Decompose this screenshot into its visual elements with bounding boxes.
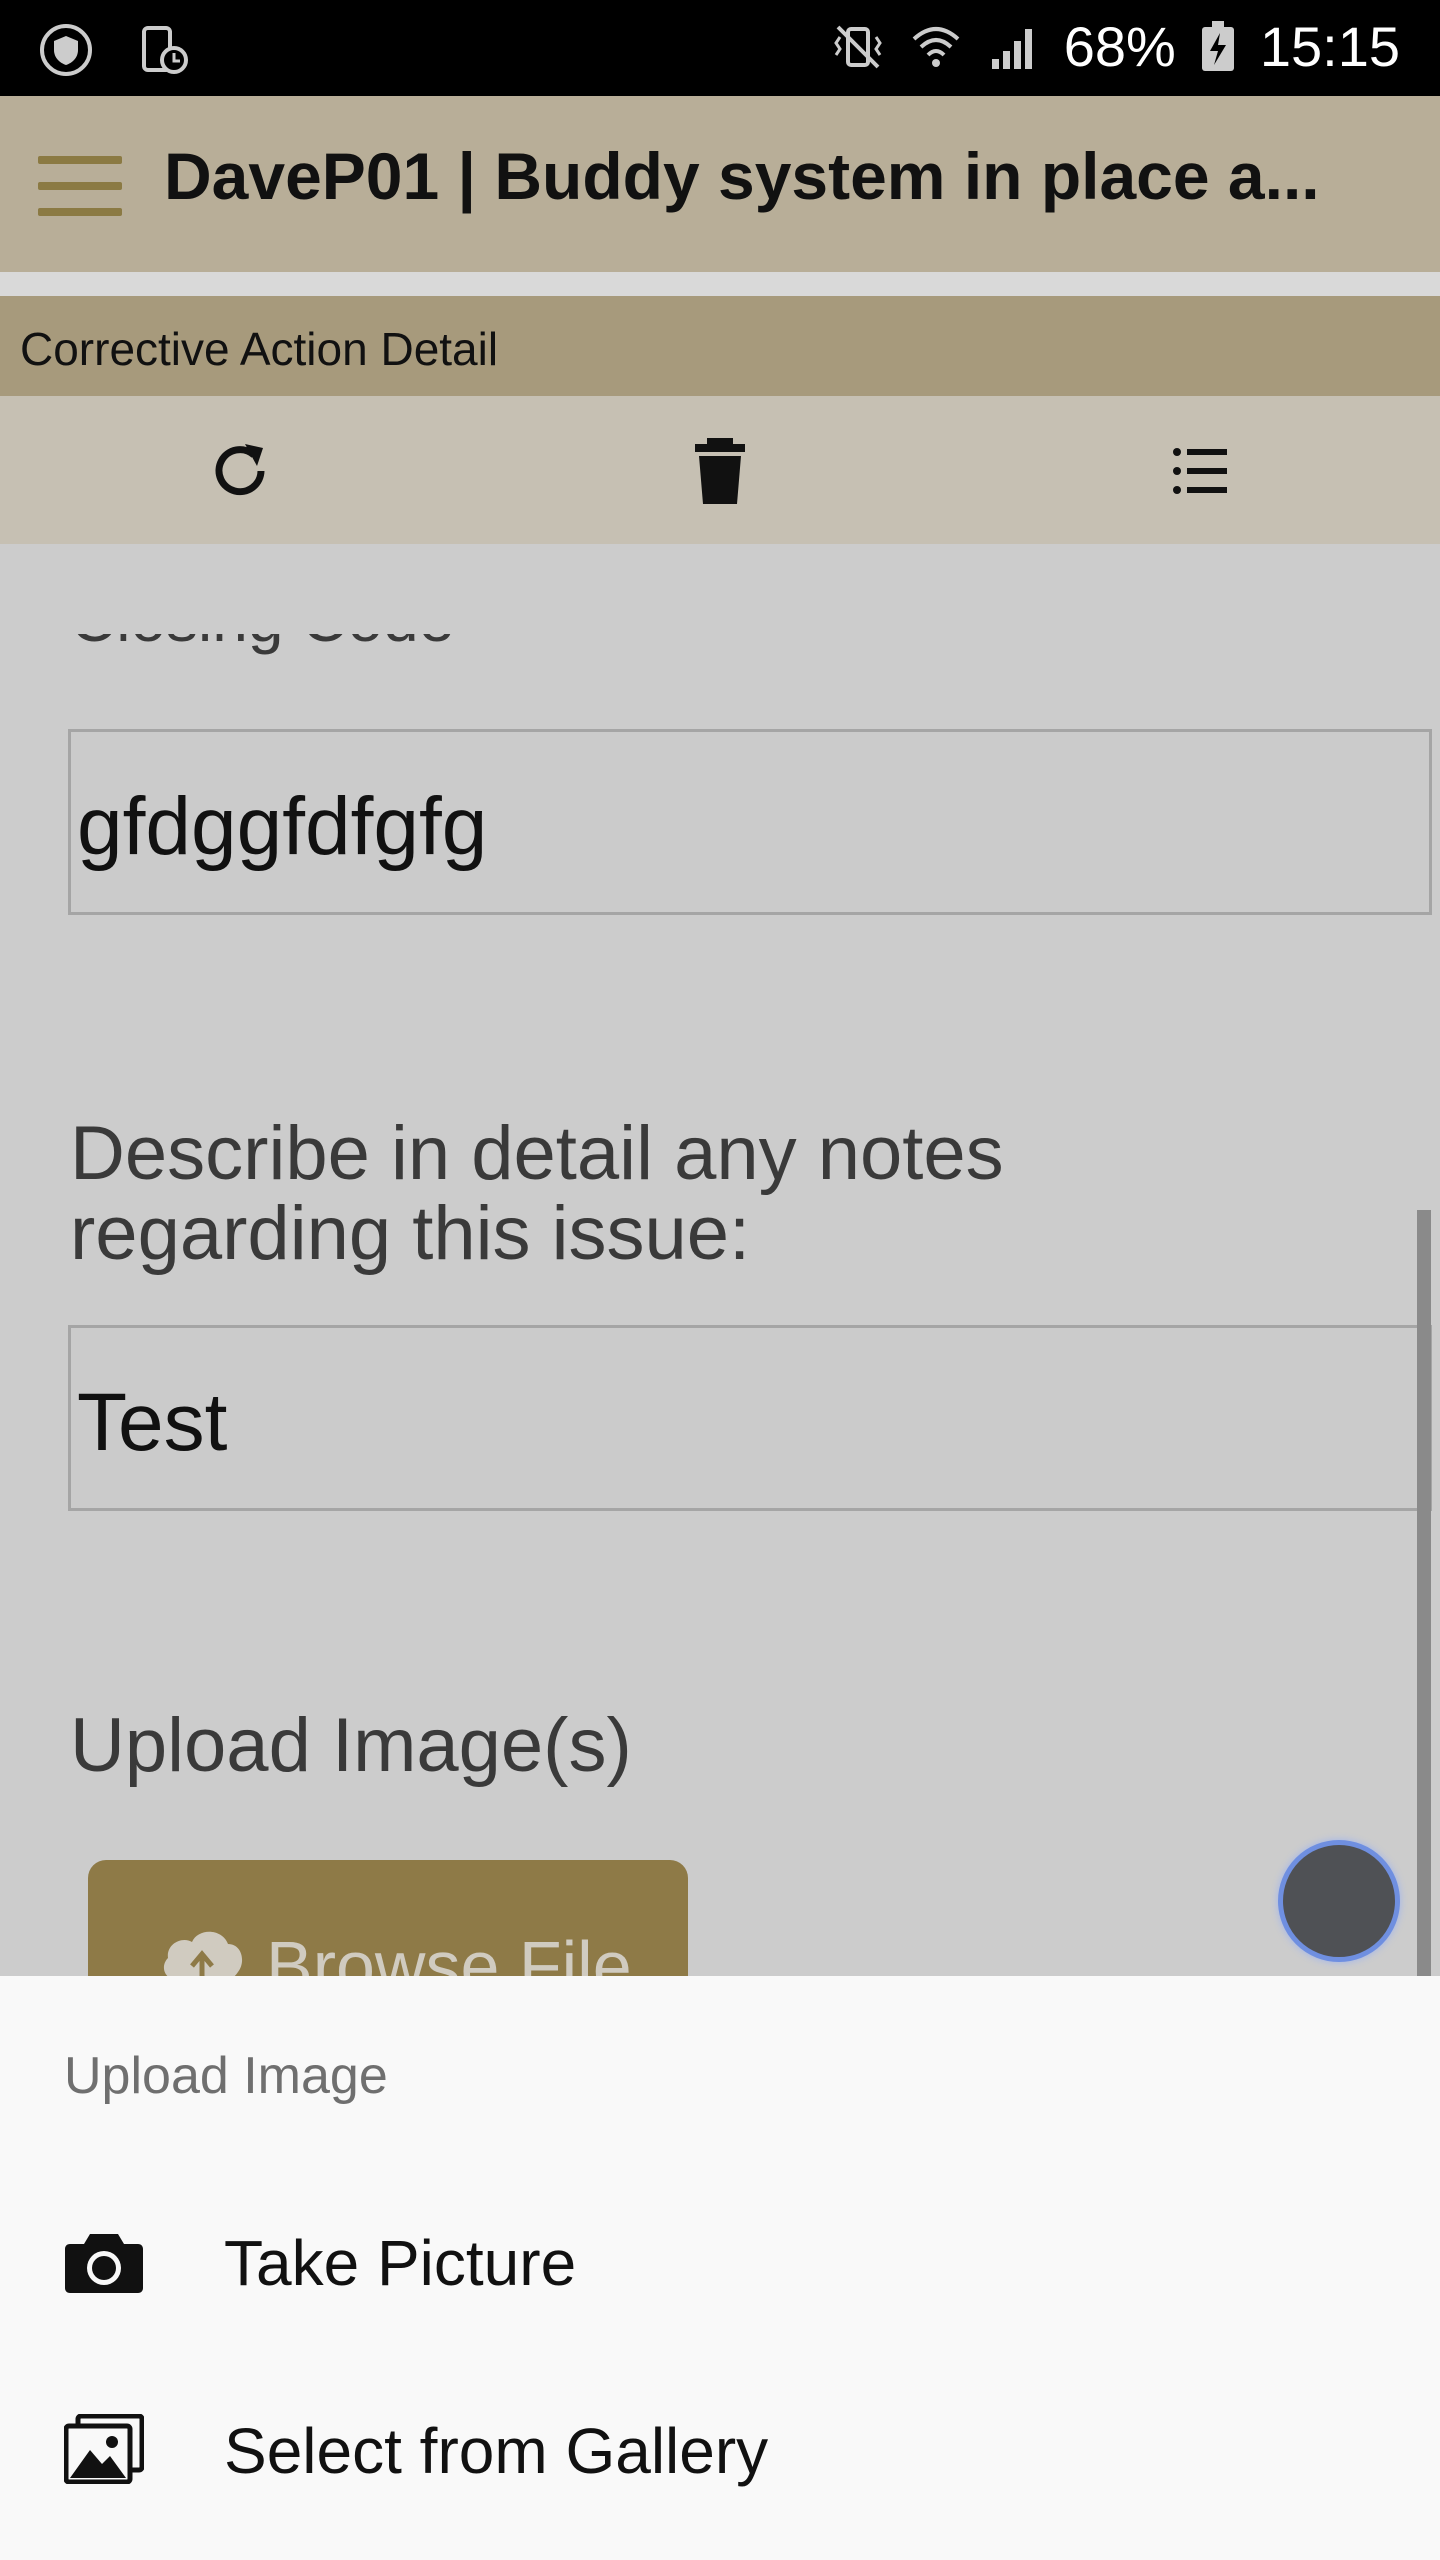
camera-icon bbox=[65, 2234, 143, 2293]
select-from-gallery-label: Select from Gallery bbox=[224, 2415, 769, 2487]
upload-images-label: Upload Image(s) bbox=[70, 1703, 632, 1788]
status-left-icons bbox=[38, 22, 192, 78]
vibrate-off-icon bbox=[833, 25, 882, 68]
divider bbox=[0, 272, 1440, 296]
battery-percent: 68% bbox=[1063, 15, 1176, 78]
gallery-icon bbox=[64, 2414, 144, 2484]
cloud-upload-icon bbox=[163, 1931, 243, 1976]
floating-action-button[interactable] bbox=[1278, 1840, 1400, 1962]
shield-icon bbox=[40, 24, 92, 76]
clock: 15:15 bbox=[1259, 15, 1400, 78]
notes-value: Test bbox=[77, 1377, 228, 1468]
browse-file-button[interactable]: Browse File bbox=[88, 1860, 688, 1976]
status-right: 68% 15:15 bbox=[830, 14, 1400, 79]
signal-icon bbox=[991, 28, 1032, 69]
closing-code-label: Closing Code bbox=[70, 634, 670, 674]
notes-question: Describe in detail any notes regarding t… bbox=[70, 1111, 1004, 1276]
form-content: Closing Code gfdggfdfgfg Describe in det… bbox=[0, 544, 1440, 1976]
device-clock-icon bbox=[142, 26, 188, 74]
list-icon[interactable] bbox=[1165, 436, 1235, 506]
page-title: DaveP01 | Buddy system in place a... bbox=[164, 139, 1320, 213]
battery-icon bbox=[1201, 20, 1234, 71]
notes-field[interactable]: Test bbox=[68, 1325, 1432, 1511]
status-bar: 68% 15:15 bbox=[0, 0, 1440, 96]
section-header: Corrective Action Detail bbox=[0, 296, 1440, 396]
wifi-icon bbox=[912, 26, 960, 67]
take-picture-option[interactable]: Take Picture bbox=[0, 2176, 1440, 2346]
browse-file-label: Browse File bbox=[266, 1927, 632, 1976]
hamburger-menu-icon[interactable] bbox=[38, 156, 122, 218]
action-toolbar bbox=[0, 396, 1440, 544]
sheet-title: Upload Image bbox=[64, 2047, 388, 2105]
select-from-gallery-option[interactable]: Select from Gallery bbox=[0, 2364, 1440, 2534]
closing-code-value: gfdggfdfgfg bbox=[77, 781, 488, 872]
app-bar: DaveP01 | Buddy system in place a... bbox=[0, 96, 1440, 272]
take-picture-label: Take Picture bbox=[224, 2227, 577, 2299]
upload-image-sheet: Upload Image Take Picture Select from Ga… bbox=[0, 1976, 1440, 2560]
delete-icon[interactable] bbox=[685, 436, 755, 506]
closing-code-field[interactable]: gfdggfdfgfg bbox=[68, 729, 1432, 915]
section-title: Corrective Action Detail bbox=[20, 323, 499, 375]
scrollbar[interactable] bbox=[1417, 1210, 1431, 1976]
refresh-icon[interactable] bbox=[205, 436, 275, 506]
